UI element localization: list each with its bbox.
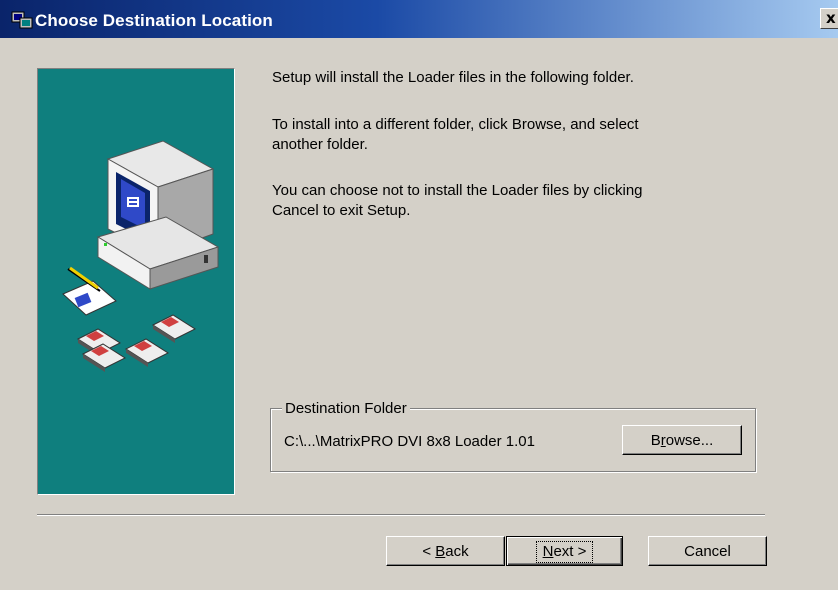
message-cancel-line2: Cancel to exit Setup. (272, 202, 411, 219)
setup-app-icon (11, 11, 33, 29)
separator (37, 514, 765, 516)
setup-illustration-panel (37, 68, 235, 495)
message-install-folder: Setup will install the Loader files in t… (272, 69, 634, 86)
window-title: Choose Destination Location (35, 11, 273, 30)
browse-button[interactable]: Browse... (622, 425, 742, 455)
next-label-post: ext > (553, 542, 587, 560)
next-label-mnemonic: N (542, 542, 554, 560)
message-cancel-line1: You can choose not to install the Loader… (272, 182, 643, 199)
focus-ring: Next > (535, 540, 594, 563)
title-bar[interactable]: Choose Destination Location x (0, 0, 838, 40)
message-different-folder-line2: another folder. (272, 136, 368, 153)
cancel-button[interactable]: Cancel (648, 536, 767, 566)
floppy-disk-2 (151, 314, 197, 343)
destination-path: C:\...\MatrixPRO DVI 8x8 Loader 1.01 (284, 433, 535, 450)
destination-folder-legend: Destination Folder (282, 400, 410, 418)
computer-with-floppy-disks-illustration (62, 140, 220, 372)
back-button[interactable]: < Back (386, 536, 505, 566)
browse-label-pre: B (650, 431, 661, 449)
browse-label-post: owse... (665, 431, 714, 449)
next-button[interactable]: Next > (506, 536, 623, 566)
floppy-disk-4 (124, 338, 170, 367)
back-label-pre: < (422, 542, 436, 560)
close-icon[interactable]: x (820, 8, 838, 29)
back-label-mnemonic: B (435, 542, 446, 560)
back-label-post: ack (445, 542, 469, 560)
message-different-folder-line1: To install into a different folder, clic… (272, 116, 639, 133)
